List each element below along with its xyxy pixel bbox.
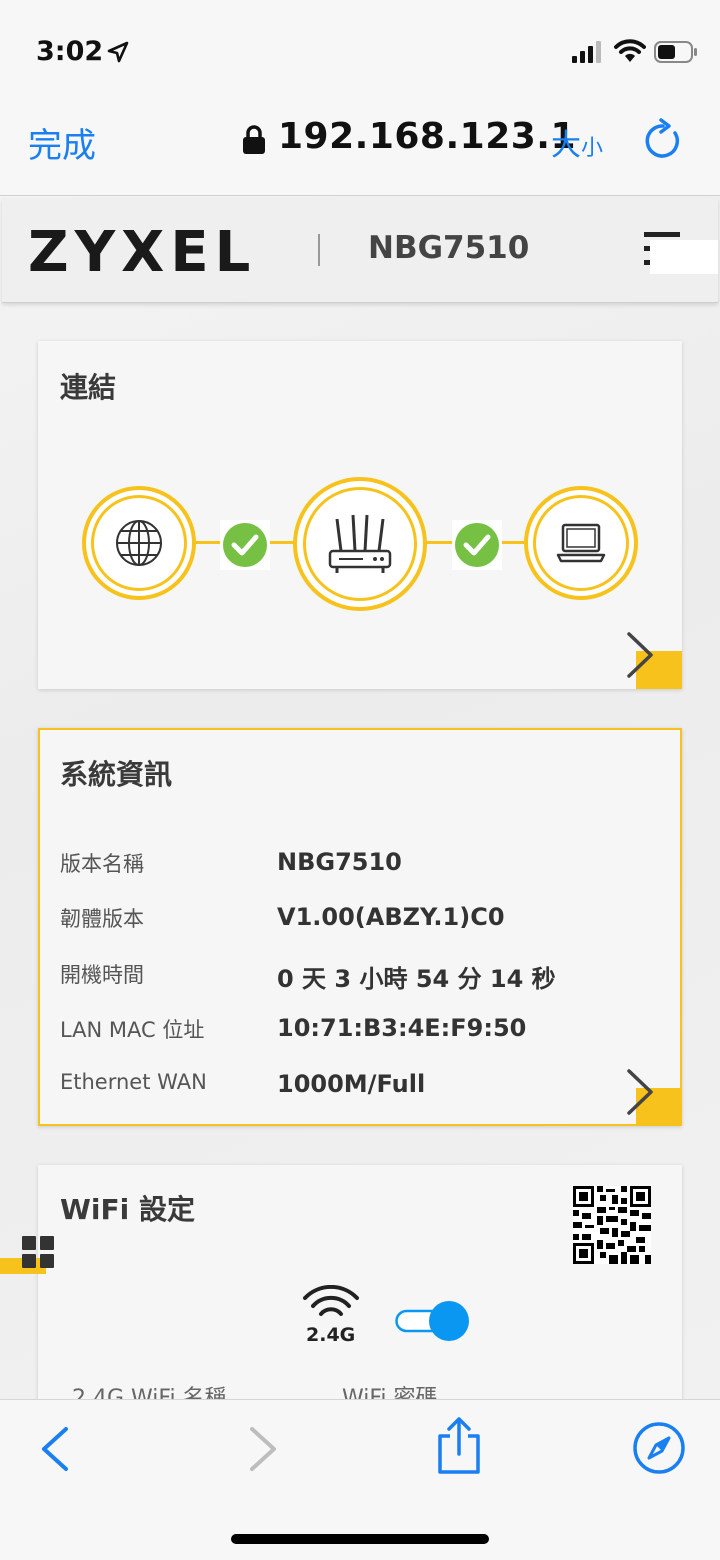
globe-icon [116, 520, 162, 566]
chevron-right-icon[interactable] [624, 1067, 656, 1117]
share-icon[interactable] [434, 1416, 484, 1476]
info-value-lan-mac: 10:71:B3:4E:F9:50 [277, 1014, 527, 1042]
text-size-small-label: 小 [581, 136, 604, 161]
back-chevron-icon[interactable] [38, 1426, 72, 1472]
done-button[interactable]: 完成 [28, 118, 96, 167]
text-size-button[interactable]: 大小 [551, 120, 603, 164]
forward-chevron-icon[interactable] [246, 1426, 280, 1472]
header-overlay-patch [650, 240, 718, 274]
header-divider [318, 234, 320, 266]
wifi-band-label: 2.4G [306, 1324, 356, 1346]
url-field[interactable]: 192.168.123.1 [278, 116, 576, 157]
info-label-firmware: 韌體版本 [60, 907, 144, 931]
compass-icon[interactable] [632, 1421, 686, 1475]
chevron-right-icon[interactable] [624, 630, 656, 680]
qr-code-icon[interactable] [573, 1186, 651, 1264]
status-time: 3:02 [36, 36, 104, 67]
text-size-big-label: 大 [551, 128, 581, 163]
header-model-name: NBG7510 [368, 230, 530, 266]
battery-icon [654, 41, 697, 63]
wifi-settings-title: WiFi 設定 [60, 1193, 195, 1226]
info-value-version-name: NBG7510 [277, 848, 402, 876]
lock-icon [243, 125, 265, 154]
check-icon [455, 523, 499, 567]
laptop-icon [556, 523, 606, 563]
wifi-band-icon [303, 1285, 359, 1316]
system-info-title: 系統資訊 [60, 758, 173, 791]
router-icon [328, 514, 392, 573]
zyxel-logo: ZYXEL [28, 220, 257, 285]
info-label-lan-mac: LAN MAC 位址 [60, 1018, 205, 1042]
location-arrow-icon [107, 41, 129, 63]
cellular-signal-icon [572, 41, 601, 63]
wifi-status-icon [614, 39, 646, 62]
check-icon [223, 523, 267, 567]
home-indicator [231, 1534, 489, 1544]
info-label-uptime: 開機時間 [60, 963, 144, 987]
info-label-ethernet-wan: Ethernet WAN [60, 1070, 207, 1094]
wifi-24g-toggle[interactable] [395, 1300, 471, 1342]
connection-card-title: 連結 [60, 371, 117, 404]
info-label-version-name: 版本名稱 [60, 852, 144, 876]
reload-icon[interactable] [642, 118, 684, 162]
info-value-ethernet-wan: 1000M/Full [277, 1070, 426, 1098]
grid-menu-icon[interactable] [22, 1236, 56, 1270]
info-value-uptime: 0 天 3 小時 54 分 14 秒 [277, 965, 556, 993]
info-value-firmware: V1.00(ABZY.1)C0 [277, 903, 505, 931]
